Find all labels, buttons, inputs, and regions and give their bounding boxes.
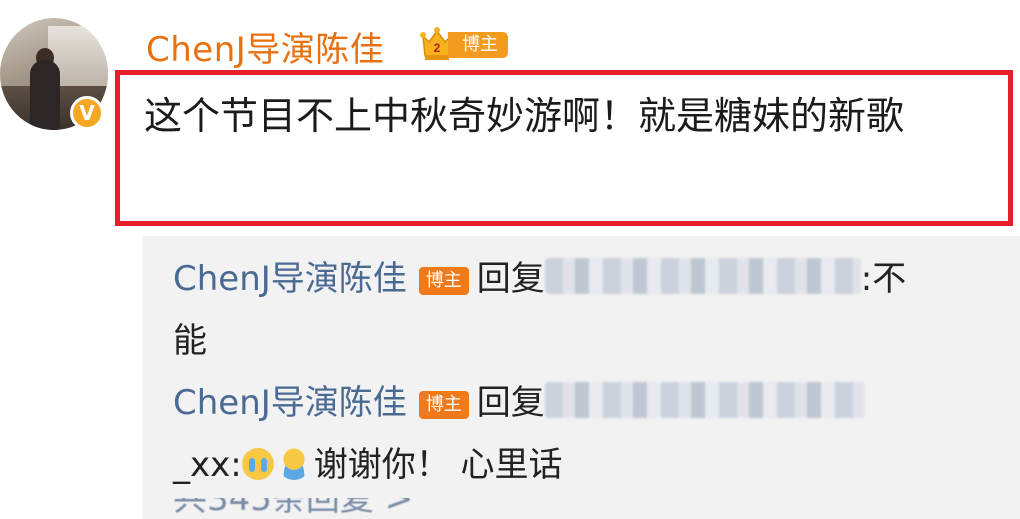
reply-author-name[interactable]: ChenJ导演陈佳 bbox=[173, 383, 407, 423]
avatar-person-body bbox=[30, 60, 60, 130]
replied-user-tail: _xx: bbox=[173, 445, 242, 485]
more-replies-link[interactable]: 共345条回复 > bbox=[173, 498, 473, 518]
reply-author-name[interactable]: ChenJ导演陈佳 bbox=[173, 259, 407, 299]
comment-text: 这个节目不上中秋奇妙游啊！就是糖妹的新歌 bbox=[144, 94, 905, 138]
comment-author-name[interactable]: ChenJ导演陈佳 bbox=[146, 22, 384, 71]
svg-text:2: 2 bbox=[434, 41, 441, 55]
reply-item[interactable]: ChenJ导演陈佳 博主 回复 :不 能 bbox=[173, 248, 973, 372]
weibo-comment-screenshot: V ChenJ导演陈佳 2 博主 这个节目不上中秋奇妙游啊！就是糖妹的新歌 Ch… bbox=[0, 0, 1020, 519]
blogger-badge: 博主 bbox=[418, 391, 469, 419]
highlighted-comment-box: 这个节目不上中秋奇妙游啊！就是糖妹的新歌 bbox=[115, 70, 1013, 226]
blogger-badge: 博主 bbox=[418, 267, 469, 295]
hug-emoji-icon bbox=[277, 448, 310, 480]
reply-text-continuation: 能 bbox=[173, 321, 207, 361]
reply-item[interactable]: ChenJ导演陈佳 博主 回复 _xx: 谢谢你！ 心里话 bbox=[173, 372, 973, 496]
reply-message: 谢谢你！ 心里话 bbox=[313, 445, 563, 485]
verified-badge-icon: V bbox=[70, 96, 104, 130]
blurred-username bbox=[544, 258, 861, 294]
reply-thread: ChenJ导演陈佳 博主 回复:不 能 ChenJ导演陈佳 博主 回复 _xx: 谢谢你！… bbox=[143, 236, 1020, 519]
blogger-crown-badge: 2 博主 bbox=[420, 26, 508, 62]
reply-word: 回复 bbox=[476, 259, 545, 299]
reply-word: 回复 bbox=[476, 383, 545, 423]
blurred-username bbox=[544, 382, 865, 418]
crying-face-icon bbox=[241, 448, 274, 480]
reply-text: :不 bbox=[860, 259, 907, 299]
blogger-badge-label: 博主 bbox=[448, 32, 508, 58]
